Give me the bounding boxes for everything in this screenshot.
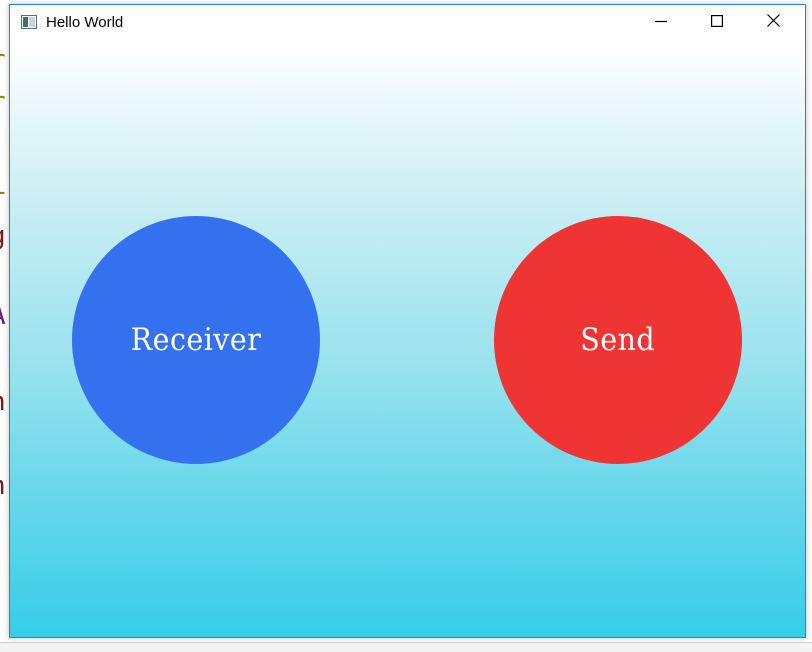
window-title: Hello World (46, 14, 124, 31)
background-code-line: n (0, 472, 6, 500)
background-code-line: g (0, 222, 6, 250)
background-code-line: r (0, 88, 6, 116)
send-button[interactable]: Send (494, 216, 742, 464)
minimize-icon (655, 14, 667, 32)
receiver-button[interactable]: Receiver (72, 216, 320, 464)
background-code-line: A (0, 302, 6, 330)
app-window: Hello World Receiver Send (9, 4, 806, 638)
receiver-button-label: Receiver (130, 322, 262, 358)
background-code-line: L (0, 172, 6, 200)
taskbar-edge (0, 642, 812, 652)
close-button[interactable] (745, 5, 801, 40)
close-icon (766, 13, 780, 32)
title-bar[interactable]: Hello World (10, 5, 805, 42)
minimize-button[interactable] (633, 5, 689, 40)
maximize-button[interactable] (689, 5, 745, 40)
send-button-label: Send (580, 322, 656, 358)
background-code-line: r (0, 46, 6, 74)
window-client-area: Receiver Send (10, 42, 805, 637)
maximize-icon (711, 14, 724, 32)
background-code-line: n (0, 388, 6, 416)
desktop: r r L g A n n Hello World (0, 0, 812, 652)
app-icon (21, 15, 37, 29)
